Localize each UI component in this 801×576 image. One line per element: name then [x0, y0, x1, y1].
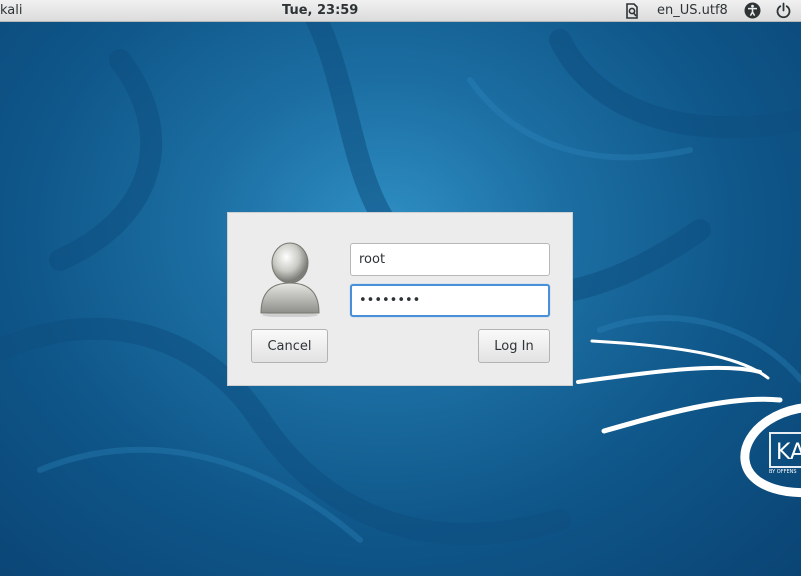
brand-mark: KA [776, 440, 801, 465]
keyboard-icon[interactable] [624, 3, 640, 19]
accessibility-icon[interactable] [744, 2, 761, 19]
login-dialog: Cancel Log In [227, 212, 573, 386]
desktop: KA BY OFFENS kali Tue, 23:59 en_US.utf8 [0, 0, 801, 576]
login-button[interactable]: Log In [478, 329, 550, 363]
power-icon[interactable] [775, 2, 792, 19]
kali-dragon-icon [576, 339, 801, 498]
password-field[interactable] [350, 284, 550, 317]
username-field[interactable] [350, 243, 550, 276]
user-avatar-icon [260, 242, 320, 317]
locale-selector[interactable]: en_US.utf8 [657, 3, 728, 18]
brand-tagline: BY OFFENS [769, 469, 797, 475]
clock[interactable]: Tue, 23:59 [282, 3, 358, 18]
top-bar: kali Tue, 23:59 en_US.utf8 [0, 0, 801, 22]
cancel-button[interactable]: Cancel [251, 329, 328, 363]
host-label: kali [0, 3, 23, 18]
